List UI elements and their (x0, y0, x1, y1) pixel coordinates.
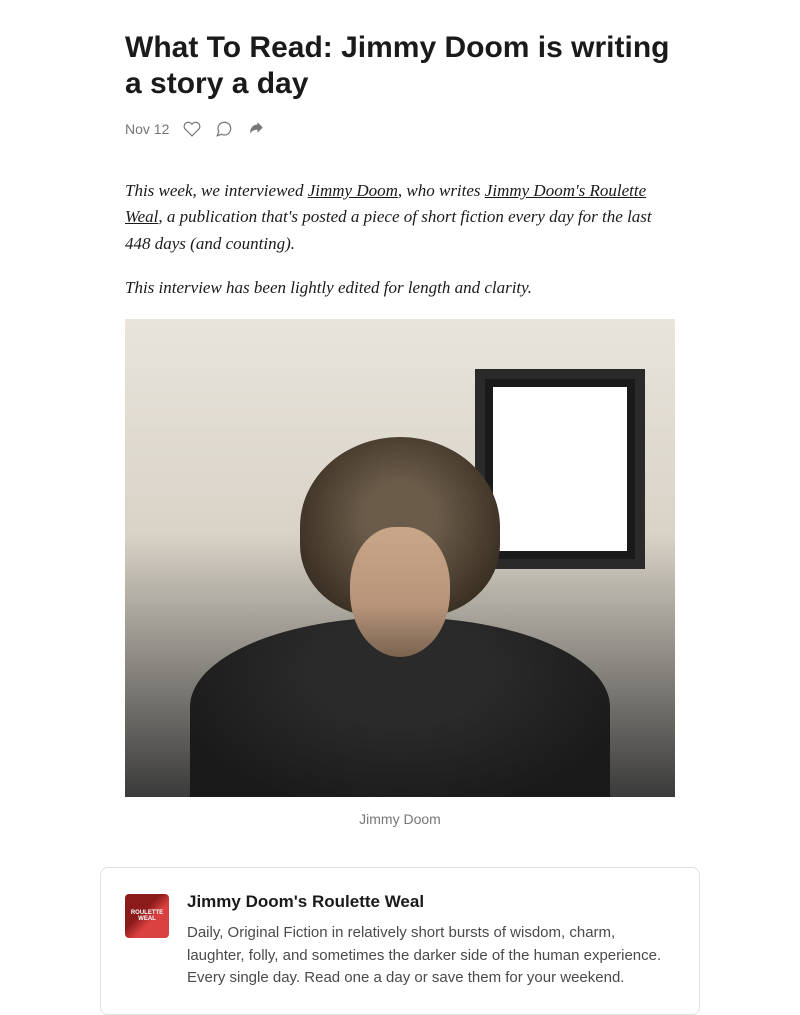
author-link[interactable]: Jimmy Doom (308, 181, 398, 200)
comment-icon[interactable] (215, 120, 233, 138)
publication-logo: ROULETTE WEAL (125, 894, 169, 938)
publish-date: Nov 12 (125, 121, 169, 137)
intro-text-suffix: , a publication that's posted a piece of… (125, 207, 652, 252)
publication-logo-text: ROULETTE WEAL (125, 910, 169, 922)
person-illustration (190, 437, 610, 797)
meta-row: Nov 12 (125, 120, 675, 138)
intro-text-mid: , who writes (398, 181, 485, 200)
publication-card-title: Jimmy Doom's Roulette Weal (187, 892, 675, 912)
heart-icon[interactable] (183, 120, 201, 138)
publication-card-description: Daily, Original Fiction in relatively sh… (187, 922, 675, 990)
article-container: What To Read: Jimmy Doom is writing a st… (125, 0, 675, 1015)
edited-note: This interview has been lightly edited f… (125, 275, 675, 301)
article-figure: Jimmy Doom (125, 319, 675, 827)
article-photo (125, 319, 675, 797)
publication-card-body: Jimmy Doom's Roulette Weal Daily, Origin… (187, 892, 675, 990)
share-icon[interactable] (247, 120, 265, 138)
photo-caption: Jimmy Doom (125, 811, 675, 827)
article-title: What To Read: Jimmy Doom is writing a st… (125, 30, 675, 102)
intro-text-prefix: This week, we interviewed (125, 181, 308, 200)
publication-card[interactable]: ROULETTE WEAL Jimmy Doom's Roulette Weal… (100, 867, 700, 1015)
intro-paragraph: This week, we interviewed Jimmy Doom, wh… (125, 178, 675, 257)
